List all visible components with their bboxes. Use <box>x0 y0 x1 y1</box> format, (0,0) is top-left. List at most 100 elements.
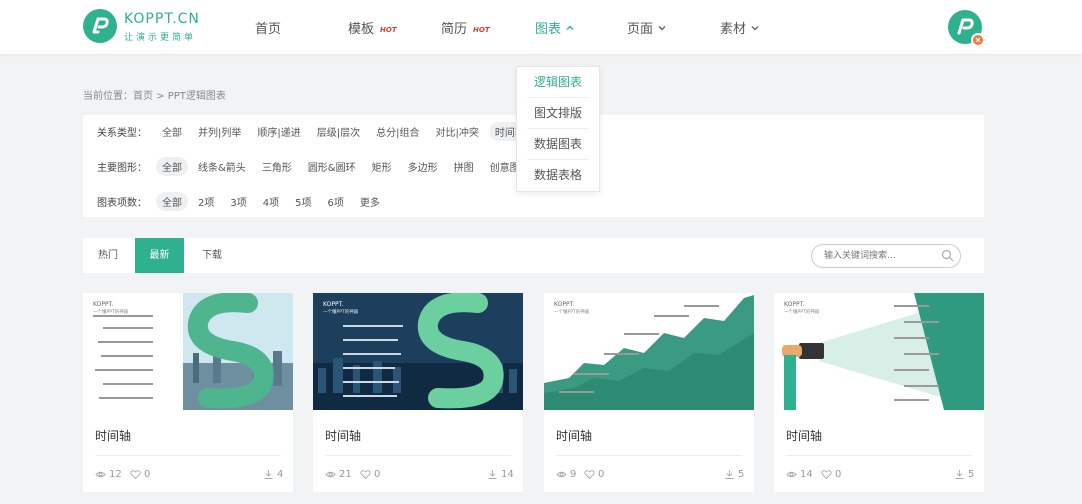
thumb-sub: 一个懂PPT的神器 <box>784 308 820 315</box>
filter-chip[interactable]: 4项 <box>257 192 285 211</box>
nav-label: 图表 <box>535 22 562 37</box>
filter-chip[interactable]: 顺序|递进 <box>251 122 306 141</box>
filter-chip[interactable]: 总分|组合 <box>370 122 425 141</box>
likes-count: 0 <box>835 469 842 480</box>
views-count: 9 <box>570 469 577 480</box>
likes-stat[interactable]: 0 <box>360 469 380 480</box>
filter-chip[interactable]: 多边形 <box>402 157 444 176</box>
downloads-stat[interactable]: 14 <box>487 469 514 480</box>
filter-chip[interactable]: 6项 <box>322 192 350 211</box>
search-input[interactable] <box>811 244 961 268</box>
close-badge-icon[interactable] <box>971 33 985 47</box>
dropdown-item-data-chart[interactable]: 数据图表 <box>527 129 589 160</box>
views-count: 14 <box>800 469 813 480</box>
chevron-down-icon <box>658 25 666 30</box>
filter-chip[interactable]: 5项 <box>289 192 317 211</box>
filter-label: 图表项数： <box>97 197 147 209</box>
filter-chip[interactable]: 更多 <box>354 192 386 211</box>
likes-stat[interactable]: 0 <box>821 469 841 480</box>
card-title[interactable]: 时间轴 <box>556 427 592 444</box>
template-card[interactable]: KOPPT. 一个懂PPT的神器 时间轴 9 0 5 <box>544 293 754 492</box>
downloads-count: 5 <box>738 469 745 480</box>
tab-downloads[interactable]: 下载 <box>187 238 237 273</box>
filter-chip-selected[interactable]: 全部 <box>156 191 188 211</box>
filter-label: 关系类型： <box>97 127 147 139</box>
filter-chip[interactable]: 全部 <box>156 122 188 141</box>
card-title[interactable]: 时间轴 <box>325 427 361 444</box>
search-icon[interactable] <box>941 249 954 262</box>
nav-materials[interactable]: 素材 <box>720 18 760 37</box>
filter-chip[interactable]: 圆形&圆环 <box>302 157 362 176</box>
filter-chip[interactable]: 矩形 <box>366 157 398 176</box>
eye-icon <box>786 471 797 478</box>
template-thumbnail[interactable]: KOPPT. 一个懂PPT的神器 <box>544 293 754 410</box>
thumb-sub: 一个懂PPT的神器 <box>93 308 129 315</box>
hot-badge: HOT <box>380 25 397 34</box>
nav-templates[interactable]: 模板 HOT <box>348 18 397 37</box>
download-icon <box>725 470 734 479</box>
filter-chip[interactable]: 拼图 <box>448 157 480 176</box>
likes-count: 0 <box>598 469 605 480</box>
dropdown-item-data-table[interactable]: 数据表格 <box>527 160 589 191</box>
nav-resume[interactable]: 简历 HOT <box>441 18 490 37</box>
nav-pages[interactable]: 页面 <box>627 18 667 37</box>
downloads-count: 14 <box>501 469 514 480</box>
card-title[interactable]: 时间轴 <box>786 427 822 444</box>
nav-home[interactable]: 首页 <box>255 18 281 37</box>
download-icon <box>264 470 273 479</box>
downloads-stat[interactable]: 4 <box>263 469 283 480</box>
breadcrumb: 当前位置：首页 > PPT逻辑图表 <box>83 91 226 102</box>
card-title[interactable]: 时间轴 <box>95 427 131 444</box>
hot-badge: HOT <box>473 25 490 34</box>
nav-charts[interactable]: 图表 <box>535 18 575 37</box>
downloads-stat[interactable]: 5 <box>954 469 974 480</box>
template-card[interactable]: KOPPT. 一个懂PPT的神器 时间轴 14 0 5 <box>774 293 984 492</box>
card-divider <box>786 455 972 456</box>
filter-chip[interactable]: 并列|列举 <box>192 122 247 141</box>
filter-row-count: 图表项数： 全部 2项 3项 4项 5项 6项 更多 <box>97 191 390 211</box>
eye-icon <box>95 471 106 478</box>
logo-text[interactable]: KOPPT.CN <box>124 11 200 27</box>
nav-label: 模板 <box>348 22 375 37</box>
template-thumbnail[interactable]: KOPPT. 一个懂PPT的神器 <box>313 293 523 410</box>
filter-chip[interactable]: 2项 <box>192 192 220 211</box>
dropdown-item-layout[interactable]: 图文排版 <box>527 98 589 129</box>
thumb-sub: 一个懂PPT的神器 <box>554 308 590 315</box>
heart-icon <box>584 470 595 480</box>
filter-chip[interactable]: 对比|冲突 <box>430 122 485 141</box>
thumb-brand: KOPPT. <box>784 301 805 308</box>
views-stat: 14 <box>786 469 813 480</box>
logo-icon[interactable] <box>83 9 117 43</box>
thumb-sub: 一个懂PPT的神器 <box>323 308 359 315</box>
template-card[interactable]: KOPPT. 一个懂PPT的神器 时间轴 12 0 4 <box>83 293 293 492</box>
chevron-down-icon <box>751 25 759 30</box>
thumb-brand: KOPPT. <box>554 301 575 308</box>
filter-chip[interactable]: 3项 <box>224 192 252 211</box>
views-count: 12 <box>109 469 122 480</box>
likes-stat[interactable]: 0 <box>130 469 150 480</box>
user-avatar[interactable] <box>948 10 985 47</box>
thumb-brand: KOPPT. <box>323 301 344 308</box>
tab-hot[interactable]: 热门 <box>83 238 133 273</box>
template-card[interactable]: KOPPT. 一个懂PPT的神器 时间轴 21 0 14 <box>313 293 523 492</box>
filter-chip-selected[interactable]: 全部 <box>156 156 188 176</box>
filter-chip[interactable]: 三角形 <box>256 157 298 176</box>
tab-latest[interactable]: 最新 <box>135 238 184 273</box>
filter-chip[interactable]: 层级|层次 <box>311 122 366 141</box>
filter-chip[interactable]: 线条&箭头 <box>192 157 252 176</box>
nav-label: 简历 <box>441 22 468 37</box>
template-thumbnail[interactable]: KOPPT. 一个懂PPT的神器 <box>83 293 293 410</box>
download-icon <box>488 470 497 479</box>
card-divider <box>556 455 742 456</box>
nav-label: 页面 <box>627 22 654 37</box>
template-thumbnail[interactable]: KOPPT. 一个懂PPT的神器 <box>774 293 984 410</box>
likes-count: 0 <box>144 469 151 480</box>
eye-icon <box>325 471 336 478</box>
dropdown-item-logic[interactable]: 逻辑图表 <box>527 67 589 98</box>
likes-stat[interactable]: 0 <box>584 469 604 480</box>
downloads-count: 5 <box>968 469 975 480</box>
download-icon <box>955 470 964 479</box>
filter-label: 主要图形： <box>97 162 147 174</box>
downloads-count: 4 <box>277 469 284 480</box>
downloads-stat[interactable]: 5 <box>724 469 744 480</box>
